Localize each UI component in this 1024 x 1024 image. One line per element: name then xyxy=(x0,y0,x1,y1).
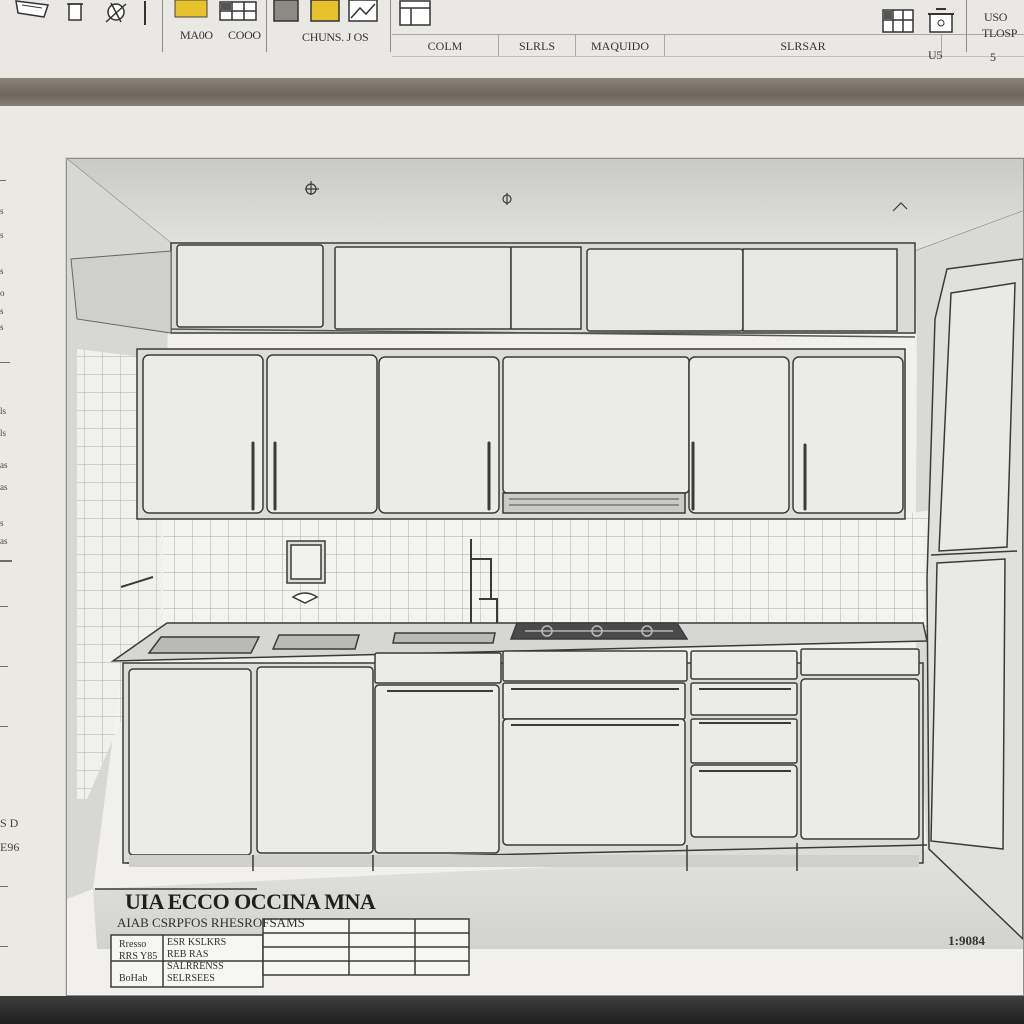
ruler-label: s xyxy=(0,306,4,316)
toolbar-separator xyxy=(162,0,163,52)
scale-label: 1:9084 xyxy=(948,933,985,948)
bookmark-icon[interactable] xyxy=(138,0,152,26)
window-icon[interactable] xyxy=(398,0,432,26)
ruler-label: as xyxy=(0,536,8,546)
ruler-tick xyxy=(0,362,10,363)
cabinet-icon[interactable] xyxy=(880,6,916,34)
tool-label-uso: USO xyxy=(984,10,1008,24)
kitchen-drawing-sheet[interactable]: UIA ECCO OCCINA MNA AIAB CSRPFOS RHESROF… xyxy=(66,158,1024,996)
window-frame-bar xyxy=(0,78,1024,106)
drawing-canvas: s s s o s s ls ls as as s as S D E96 UIA… xyxy=(0,106,1024,996)
ruler-tick xyxy=(0,666,8,667)
cooktop xyxy=(509,622,689,640)
chart-icon[interactable] xyxy=(348,0,378,22)
ruler-label: E96 xyxy=(0,840,20,854)
tool-label-tlosp: TLOSP xyxy=(982,26,1018,40)
gray-swatch-icon[interactable] xyxy=(272,0,300,22)
yellow-swatch-icon[interactable] xyxy=(174,0,208,18)
base-cabinets xyxy=(122,648,924,864)
soffit-left-side xyxy=(70,250,172,334)
plinth-strip xyxy=(129,855,919,867)
ruler-label: s xyxy=(0,518,4,528)
ruler-label: S D xyxy=(0,816,19,830)
title-block-cell: RRS Y85 xyxy=(119,951,158,962)
title-block-cell: Rresso xyxy=(119,939,147,950)
range-hood xyxy=(502,492,686,514)
title-block-cell: BoHab xyxy=(119,973,148,984)
stove-icon[interactable] xyxy=(926,6,956,34)
drawing-subtitle: AIAB CSRPFOS RHESROFSAMS xyxy=(117,915,305,930)
tab-maquido[interactable]: MAQUIDO xyxy=(576,35,665,57)
layout-grid-icon[interactable] xyxy=(218,0,258,22)
ruler-tick xyxy=(0,180,6,181)
left-ruler: s s s o s s ls ls as as s as S D E96 xyxy=(0,106,26,996)
ruler-tick xyxy=(0,886,8,887)
title-block-cell: SELRSEES xyxy=(167,973,215,984)
title-block-cell: SALRRENSS xyxy=(167,961,224,972)
trash-icon[interactable] xyxy=(64,0,86,22)
ruler-label: s xyxy=(0,266,4,276)
ruler-label: s xyxy=(0,206,4,216)
ruler-tick xyxy=(0,946,8,947)
monitor-bezel-bottom xyxy=(0,996,1024,1024)
title-block-cell: ESR KSLKRS xyxy=(167,937,227,948)
tab-colm[interactable]: COLM xyxy=(392,35,499,57)
paint-icon[interactable] xyxy=(100,0,132,26)
undo-icon[interactable] xyxy=(14,0,50,20)
ruler-label: as xyxy=(0,482,8,492)
ruler-label: as xyxy=(0,460,8,470)
kitchen-elevation-svg xyxy=(67,159,1023,988)
title-block-cell: REB RAS xyxy=(167,949,209,960)
ribbon-toolbar: MA0O COOO CHUNS. J OS COLM SLRLS MAQUIDO… xyxy=(0,0,1024,80)
toolbar-separator xyxy=(266,0,267,52)
tool-label-3: CHUNS. J OS xyxy=(302,30,369,44)
ruler-label: o xyxy=(0,288,5,298)
ruler-tick xyxy=(0,560,12,562)
refrigerator xyxy=(926,258,1023,941)
tool-label-2: COOO xyxy=(228,28,261,42)
toolbar-separator xyxy=(966,0,967,52)
status-u5: U5 xyxy=(928,48,943,62)
tab-slrls[interactable]: SLRLS xyxy=(499,35,576,57)
status-5: 5 xyxy=(990,50,996,64)
ruler-tick xyxy=(0,606,8,607)
back-wall xyxy=(163,519,923,637)
toolbar-separator xyxy=(390,0,391,52)
ceiling xyxy=(67,159,1023,251)
ruler-label: ls xyxy=(0,406,7,416)
ruler-label: s xyxy=(0,230,4,240)
tab-slrsar[interactable]: SLRSAR xyxy=(665,35,942,57)
tool-label-1: MA0O xyxy=(180,28,213,42)
drawing-title: UIA ECCO OCCINA MNA xyxy=(125,889,376,914)
yellow-fill-icon[interactable] xyxy=(310,0,340,22)
soffit-cabinets xyxy=(170,242,916,334)
ruler-tick xyxy=(0,726,8,727)
ruler-label: ls xyxy=(0,428,7,438)
ruler-label: s xyxy=(0,322,4,332)
